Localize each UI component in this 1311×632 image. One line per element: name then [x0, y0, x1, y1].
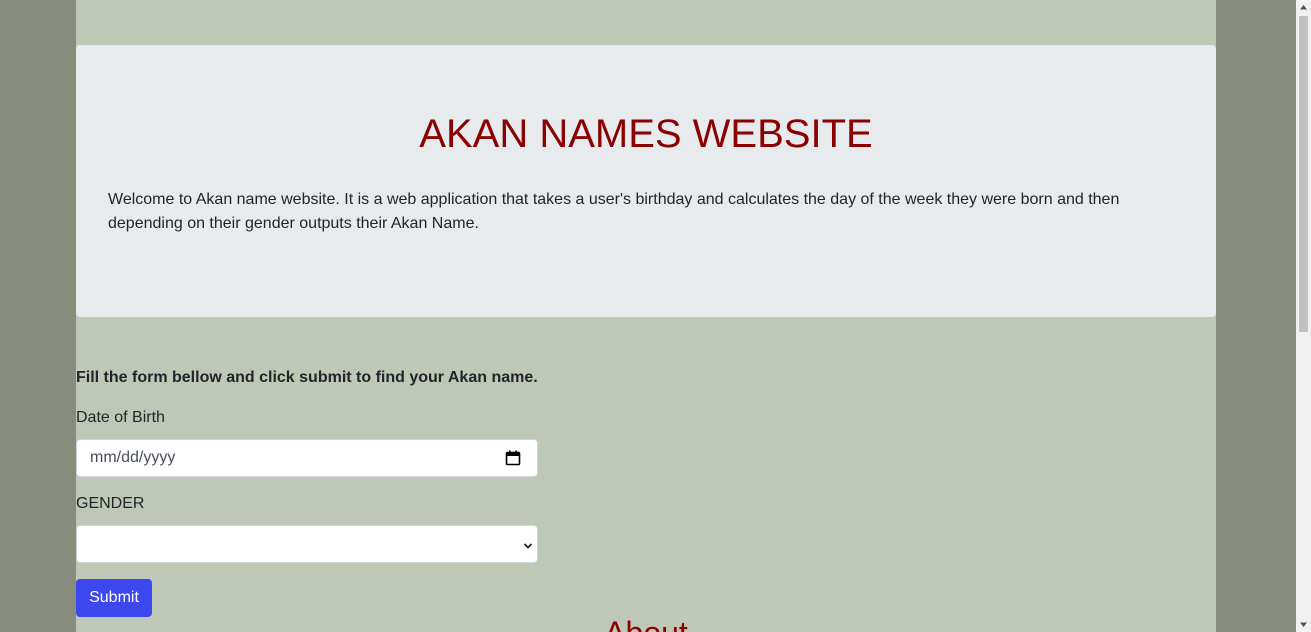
scroll-up-arrow-icon[interactable]: [1296, 0, 1311, 15]
header-jumbotron: AKAN NAMES WEBSITE Welcome to Akan name …: [76, 45, 1216, 317]
chevron-down-icon: [523, 538, 533, 549]
date-placeholder: mm/dd/yyyy: [90, 449, 176, 466]
gender-select[interactable]: [76, 525, 538, 563]
vertical-scrollbar[interactable]: [1296, 0, 1311, 632]
submit-button[interactable]: Submit: [76, 579, 152, 617]
page-title: AKAN NAMES WEBSITE: [419, 112, 873, 156]
about-heading: About: [76, 614, 1216, 632]
scrollbar-thumb[interactable]: [1299, 16, 1308, 332]
scroll-down-arrow-icon[interactable]: [1296, 617, 1311, 632]
date-of-birth-label: Date of Birth: [76, 409, 165, 426]
form-instructions: Fill the form bellow and click submit to…: [76, 369, 538, 386]
main-container: AKAN NAMES WEBSITE Welcome to Akan name …: [76, 0, 1216, 632]
date-of-birth-input[interactable]: mm/dd/yyyy: [76, 439, 538, 477]
calendar-icon[interactable]: [505, 450, 521, 466]
intro-description: Welcome to Akan name website. It is a we…: [108, 191, 1120, 232]
gender-label: GENDER: [76, 495, 145, 512]
